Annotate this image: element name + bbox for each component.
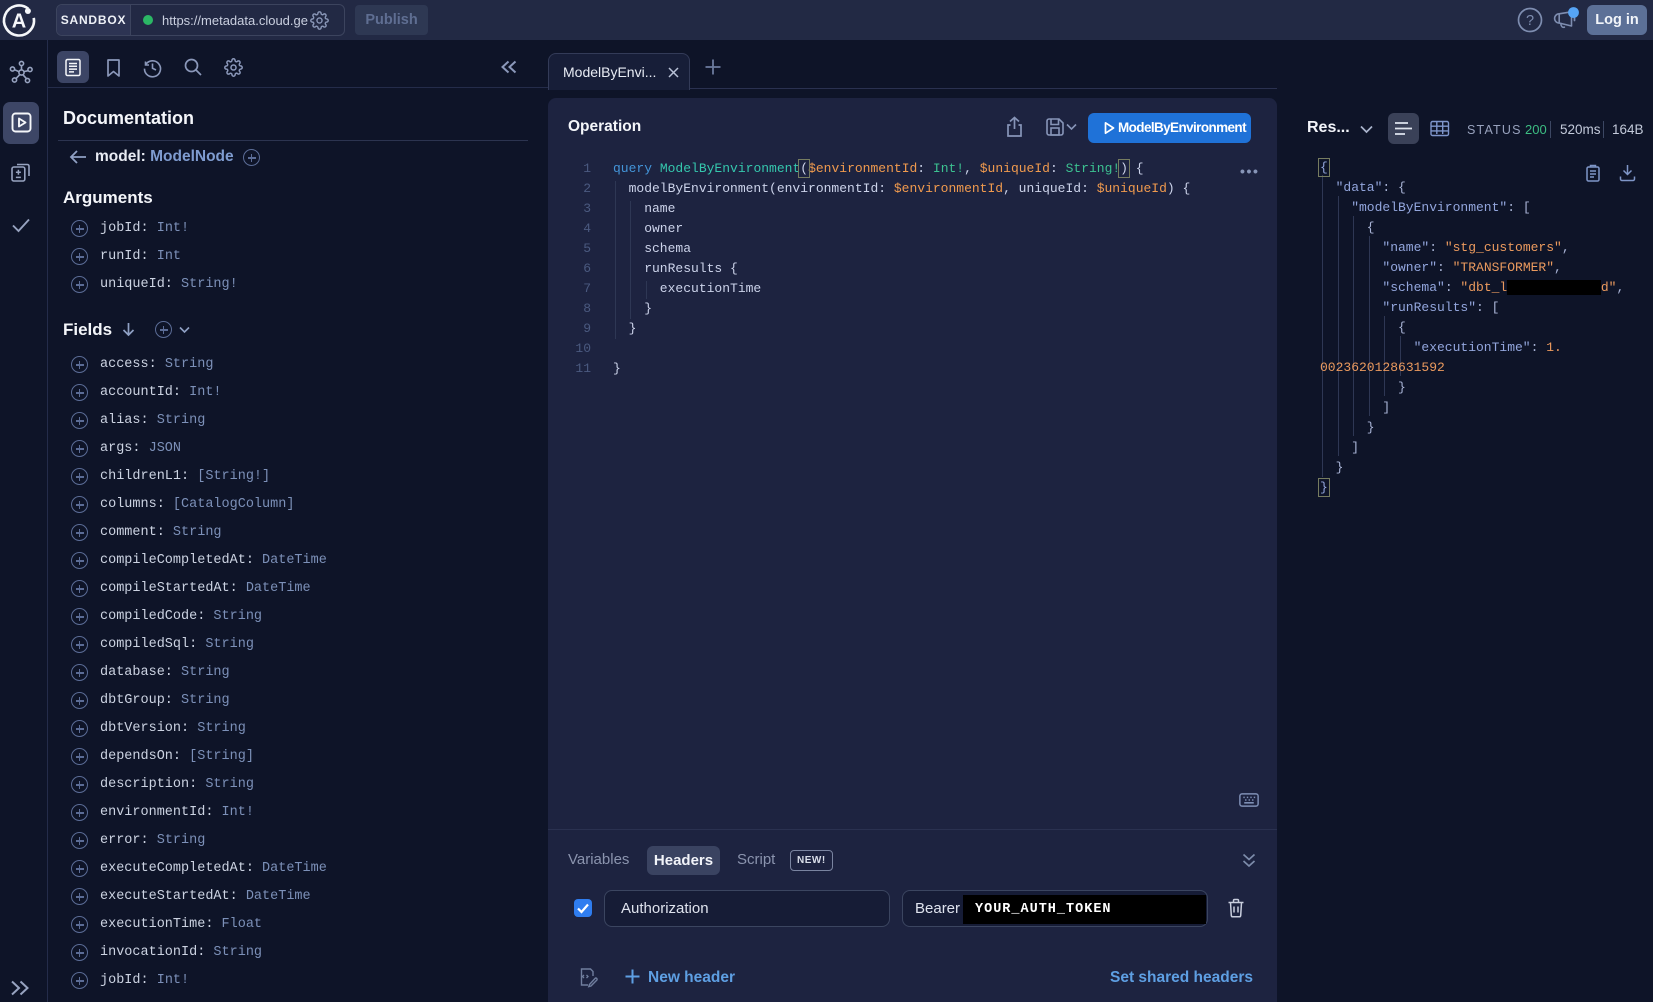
svg-text:A: A [12,11,26,33]
svg-text:?: ? [1526,13,1534,29]
